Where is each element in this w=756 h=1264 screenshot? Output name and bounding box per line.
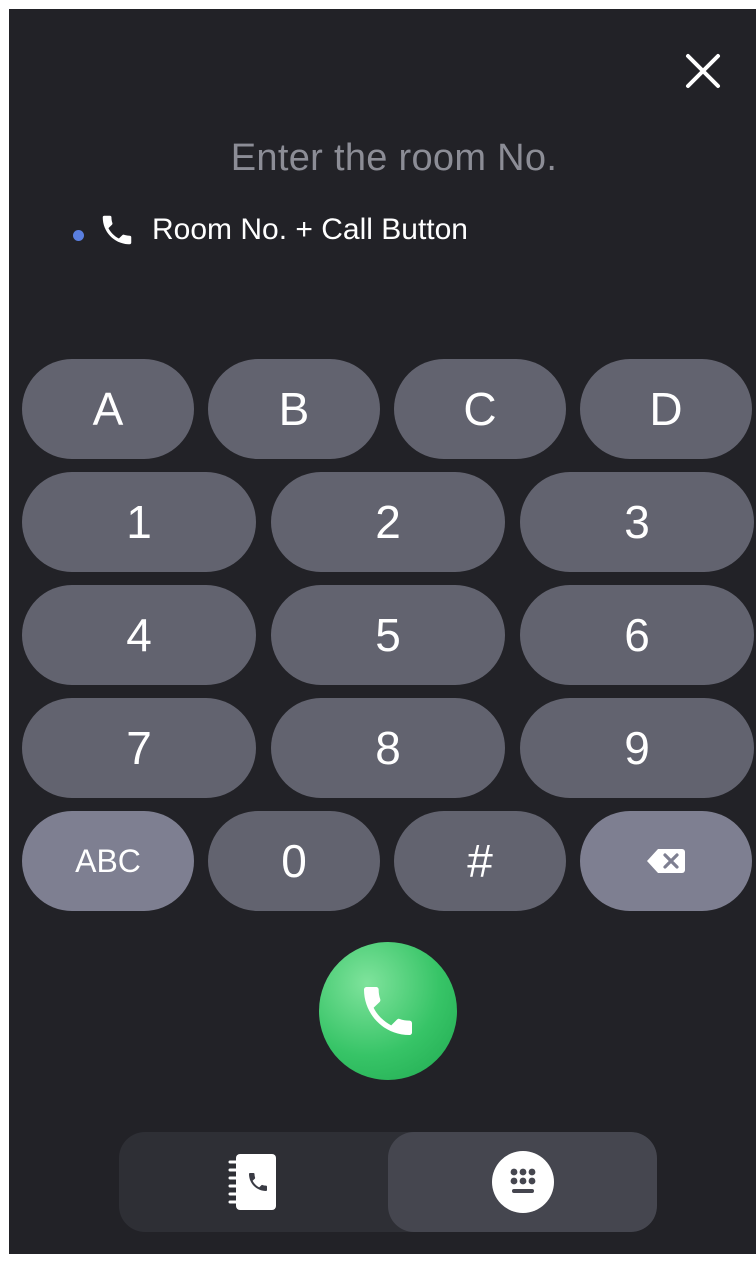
key-4[interactable]: 4 <box>22 585 256 685</box>
key-a[interactable]: A <box>22 359 194 459</box>
key-1[interactable]: 1 <box>22 472 256 572</box>
room-number-prompt: Enter the room No. <box>230 137 558 179</box>
backspace-button[interactable] <box>580 811 752 911</box>
dialpad-icon <box>491 1151 554 1213</box>
key-0[interactable]: 0 <box>208 811 380 911</box>
close-button[interactable] <box>681 49 725 93</box>
keypad-row-bottom: ABC 0 # <box>22 811 752 911</box>
key-b[interactable]: B <box>208 359 380 459</box>
tab-contacts[interactable] <box>119 1132 388 1232</box>
key-c[interactable]: C <box>394 359 566 459</box>
keypad-row-3: 7 8 9 <box>22 698 754 798</box>
keypad-row-letters: A B C D <box>22 359 752 459</box>
abc-toggle-button[interactable]: ABC <box>22 811 194 911</box>
hint-dot <box>73 229 84 241</box>
key-3[interactable]: 3 <box>520 472 754 572</box>
phone-icon <box>364 987 412 1035</box>
key-7[interactable]: 7 <box>22 698 256 798</box>
contact-book-icon <box>228 1154 276 1210</box>
key-5[interactable]: 5 <box>271 585 505 685</box>
phone-icon <box>98 211 136 249</box>
key-2[interactable]: 2 <box>271 472 505 572</box>
key-d[interactable]: D <box>580 359 752 459</box>
key-9[interactable]: 9 <box>520 698 754 798</box>
key-6[interactable]: 6 <box>520 585 754 685</box>
tab-dialpad[interactable] <box>388 1132 657 1232</box>
close-icon <box>686 54 720 88</box>
backspace-icon <box>647 849 685 873</box>
keypad-row-1: 1 2 3 <box>22 472 754 572</box>
key-8[interactable]: 8 <box>271 698 505 798</box>
call-hint: Room No. + Call Button <box>73 207 468 253</box>
intercom-dial-screen: Enter the room No. Room No. + Call Butto… <box>9 9 756 1254</box>
hint-text: Room No. + Call Button <box>152 213 468 246</box>
call-button[interactable] <box>319 942 457 1080</box>
keypad-row-2: 4 5 6 <box>22 585 754 685</box>
bottom-tab-bar <box>119 1132 657 1232</box>
key-hash[interactable]: # <box>394 811 566 911</box>
